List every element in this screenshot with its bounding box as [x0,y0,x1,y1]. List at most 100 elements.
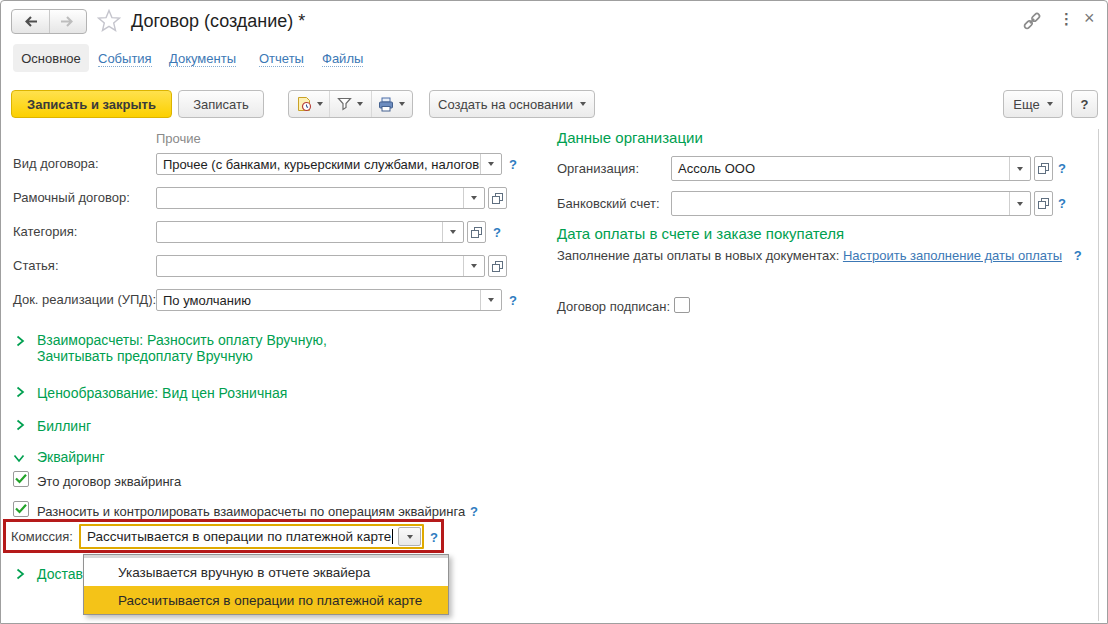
page-title: Договор (создание) * [131,11,305,32]
commission-label: Комиссия: [11,524,73,549]
tab-main[interactable]: Основное [13,44,89,72]
signed-checkbox[interactable] [674,297,690,313]
section-pricing[interactable]: Ценообразование: Вид цен Розничная [37,385,287,401]
realization-doc-field[interactable]: По умолчанию [156,289,502,311]
open-window-icon [492,261,503,272]
frame-contract-value [157,188,463,208]
dropdown-option-manual[interactable]: Указывается вручную в отчете эквайера [84,558,448,586]
organization-label: Организация: [557,156,639,181]
window: Договор (создание) * ⋮ × Основное Событи… [0,0,1108,624]
help-button[interactable]: ? [1071,90,1098,118]
commission-help[interactable]: ? [430,530,438,545]
print-button[interactable] [371,91,412,117]
org-data-header: Данные организации [557,129,703,146]
close-icon[interactable]: × [1084,8,1095,29]
fill-date-link[interactable]: Настроить заполнение даты оплаты [843,248,1062,263]
filter-button[interactable] [329,91,370,117]
realization-doc-dropdown-button[interactable] [480,290,501,310]
frame-contract-open-button[interactable] [488,187,507,209]
section-mutual-settlements[interactable]: Взаиморасчеты: Разносить оплату Вручную,… [37,332,327,364]
organization-open-button[interactable] [1034,156,1053,181]
chevron-right-icon[interactable] [15,568,25,580]
control-settlements-checkbox[interactable] [13,501,29,517]
back-button[interactable] [12,10,50,33]
menu-dots-icon[interactable]: ⋮ [1059,10,1074,28]
acquiring-contract-label: Это договор эквайринга [37,474,181,489]
bank-account-open-button[interactable] [1034,191,1053,216]
bank-account-label: Банковский счет: [557,191,660,216]
realization-doc-help[interactable]: ? [509,293,517,308]
chevron-right-icon[interactable] [15,419,25,431]
frame-contract-label: Рамочный договор: [13,187,130,209]
form-right-border [1098,129,1099,621]
organization-field[interactable]: Ассоль ООО [671,156,1031,181]
tab-reports[interactable]: Отчеты [259,51,304,67]
chevron-right-icon[interactable] [15,386,25,398]
contract-kind-label: Вид договора: [13,153,99,175]
tab-documents[interactable]: Документы [169,51,236,67]
section-billing[interactable]: Биллинг [37,418,91,434]
save-close-button[interactable]: Записать и закрыть [11,90,172,118]
section-mutual-line1: Взаиморасчеты: Разносить оплату Вручную, [37,332,327,348]
organization-help[interactable]: ? [1058,161,1066,176]
category-dropdown-button[interactable] [442,222,463,242]
category-open-button[interactable] [467,221,486,243]
article-label: Статья: [13,255,59,277]
tab-events[interactable]: События [98,51,152,67]
dropdown-option-calculated[interactable]: Рассчитывается в операции по платежной к… [84,586,448,614]
control-settlements-help[interactable]: ? [470,504,478,519]
section-acquiring[interactable]: Эквайринг [37,449,105,465]
commission-field[interactable]: Рассчитывается в операции по платежной к… [79,524,424,549]
more-button[interactable]: Еще [1003,90,1063,118]
chevron-right-icon[interactable] [15,335,25,347]
organization-value: Ассоль ООО [672,157,1009,180]
check-icon [15,504,27,514]
group-label-other: Прочие [156,131,201,146]
document-clock-icon [296,96,312,112]
bank-account-value [672,192,1009,215]
acquiring-contract-checkbox[interactable] [13,471,29,487]
bank-account-dropdown-button[interactable] [1009,192,1030,215]
open-window-icon [471,227,482,238]
get-link-icon[interactable] [1021,11,1043,31]
fill-date-help[interactable]: ? [1074,248,1082,263]
check-icon [15,474,27,484]
history-doc-button[interactable] [289,91,329,117]
frame-contract-dropdown-button[interactable] [463,188,484,208]
commission-dropdown-list: Указывается вручную в отчете эквайера Ра… [83,554,449,615]
tab-main-label: Основное [21,51,81,66]
contract-kind-dropdown-button[interactable] [480,154,501,174]
contract-kind-value: Прочее (с банками, курьерскими службами,… [157,154,480,174]
article-field[interactable] [156,255,485,277]
article-dropdown-button[interactable] [463,256,484,276]
fill-date-line: Заполнение даты оплаты в новых документа… [557,248,1082,263]
open-window-icon [1038,198,1049,209]
contract-kind-help[interactable]: ? [509,157,517,172]
funnel-icon [337,97,352,111]
contract-kind-field[interactable]: Прочее (с банками, курьерскими службами,… [156,153,502,175]
payment-date-header: Дата оплаты в счете и заказе покупателя [557,225,844,242]
toolbar-icon-group [288,90,413,118]
save-button[interactable]: Записать [178,90,264,118]
article-open-button[interactable] [488,255,507,277]
more-label: Еще [1013,97,1039,112]
back-icon [23,16,38,27]
realization-doc-label: Док. реализации (УПД): [13,289,156,311]
category-help[interactable]: ? [493,225,501,240]
article-value [157,256,463,276]
printer-icon [378,97,394,112]
category-value [157,222,442,242]
chevron-down-icon[interactable] [13,453,25,463]
frame-contract-field[interactable] [156,187,485,209]
create-on-base-button[interactable]: Создать на основании [429,90,595,118]
tab-files[interactable]: Файлы [322,51,363,67]
save-label: Записать [193,97,249,112]
category-field[interactable] [156,221,464,243]
bank-account-help[interactable]: ? [1058,196,1066,211]
bank-account-field[interactable] [671,191,1031,216]
organization-dropdown-button[interactable] [1009,157,1030,180]
favorite-star-icon[interactable] [97,9,121,32]
forward-button[interactable] [50,10,87,33]
help-label: ? [1081,97,1089,112]
commission-dropdown-button[interactable] [398,527,421,546]
